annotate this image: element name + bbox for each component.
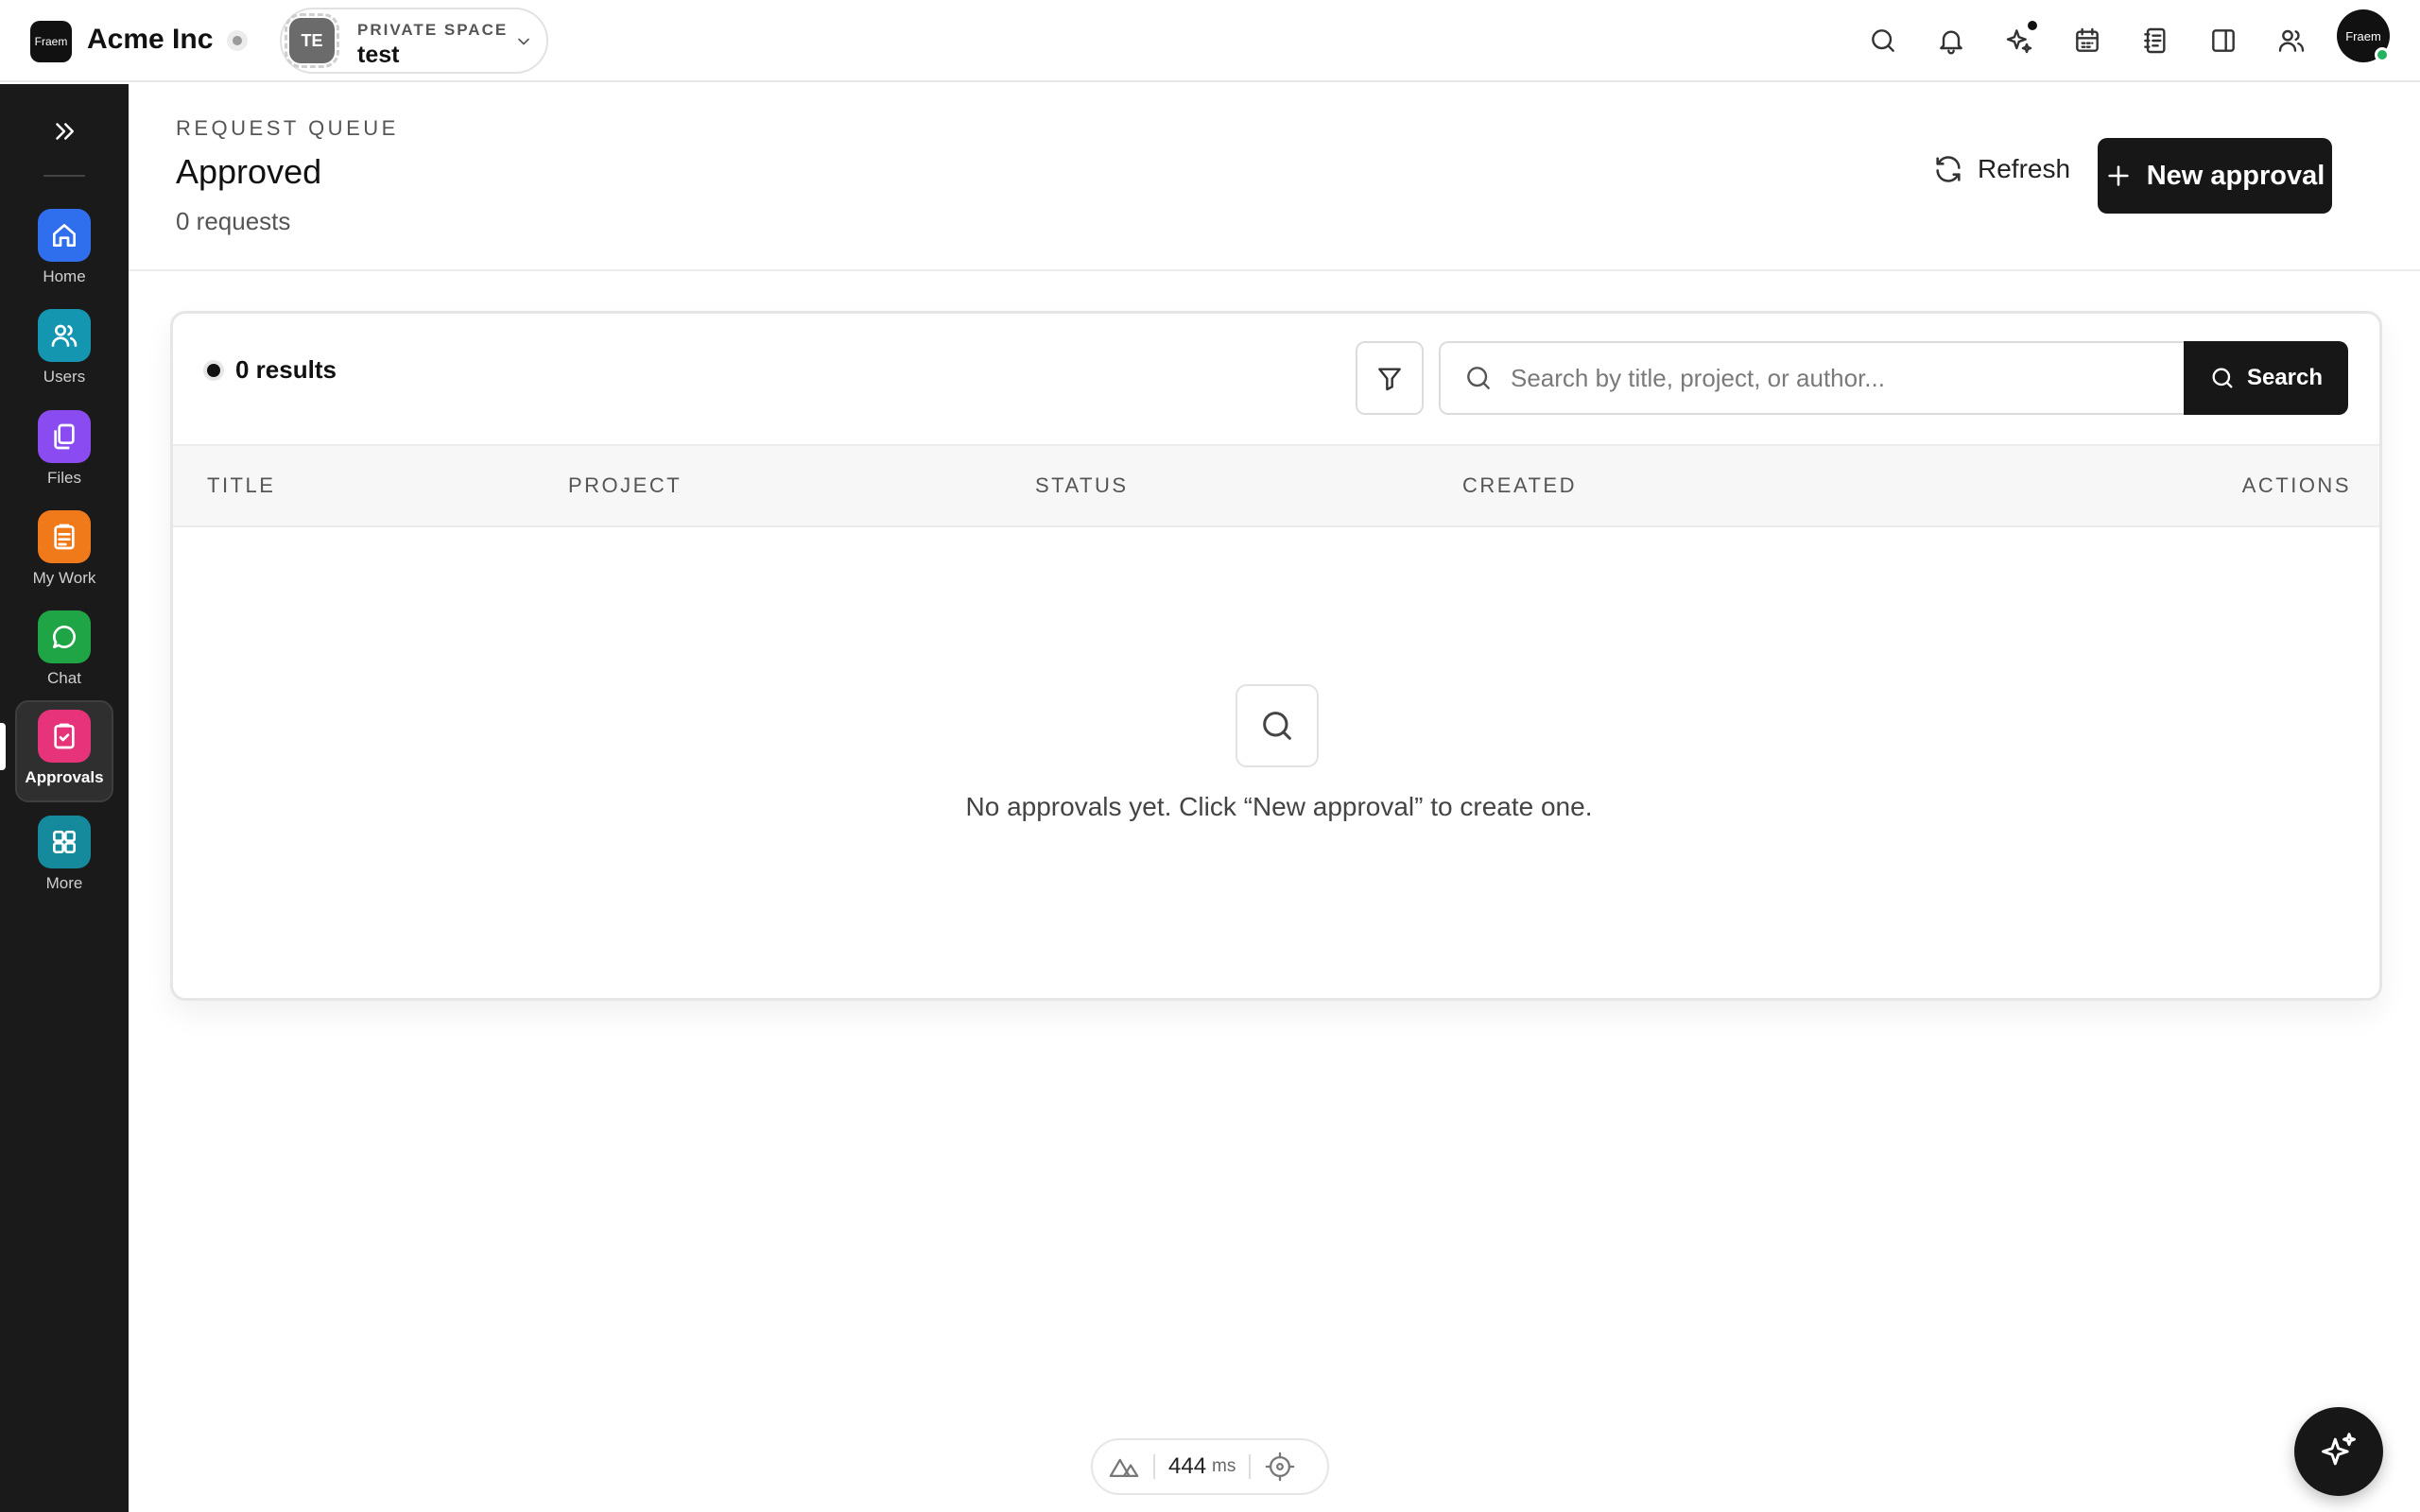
column-header-project[interactable]: PROJECT bbox=[568, 473, 682, 498]
performance-indicator[interactable]: 444 ms bbox=[1091, 1438, 1329, 1495]
sidebar-item-home[interactable]: Home bbox=[15, 205, 113, 300]
approvals-table-card: 0 results Search TITLE PROJECT STATUS CR… bbox=[170, 311, 2382, 1001]
refresh-label: Refresh bbox=[1978, 154, 2071, 183]
page-kicker: REQUEST QUEUE bbox=[176, 116, 399, 140]
filter-icon bbox=[1378, 368, 1401, 391]
divider bbox=[1249, 1454, 1252, 1479]
sidebar-item-my-work[interactable]: My Work bbox=[15, 507, 113, 601]
refresh-button[interactable]: Refresh bbox=[1917, 139, 2085, 199]
column-header-actions: ACTIONS bbox=[2241, 473, 2351, 497]
header-divider bbox=[129, 269, 2420, 271]
search-button[interactable]: Search bbox=[2184, 341, 2348, 415]
chevron-down-icon bbox=[518, 38, 529, 45]
sidebar-item-label: Users bbox=[43, 368, 86, 386]
space-avatar: TE bbox=[285, 13, 339, 68]
notification-dot bbox=[2028, 21, 2037, 30]
search-field[interactable] bbox=[1439, 341, 2186, 415]
expand-sidebar-button[interactable] bbox=[45, 112, 83, 150]
active-nav-indicator bbox=[0, 723, 6, 770]
sidebar-item-approvals[interactable]: Approvals bbox=[15, 700, 113, 802]
sidebar-item-label: Home bbox=[43, 267, 86, 285]
grid-icon bbox=[38, 816, 91, 868]
load-time-unit: ms bbox=[1212, 1456, 1236, 1476]
sidebar-divider bbox=[43, 175, 85, 177]
space-switcher[interactable]: TE PRIVATE SPACE test bbox=[280, 8, 548, 74]
space-name: test bbox=[357, 42, 400, 68]
results-summary: 0 results bbox=[207, 355, 337, 385]
nuxt-logo-icon bbox=[1109, 1458, 1139, 1478]
sidebar-item-label: Approvals bbox=[25, 768, 104, 786]
online-status-dot bbox=[2375, 47, 2390, 62]
results-count: 0 results bbox=[235, 355, 337, 384]
ai-assistant-button[interactable] bbox=[2294, 1407, 2383, 1496]
sparkles-icon[interactable] bbox=[2001, 21, 2037, 59]
home-icon bbox=[38, 209, 91, 262]
new-approval-label: New approval bbox=[2146, 160, 2325, 191]
divider bbox=[1153, 1454, 1155, 1479]
crosshair-icon[interactable] bbox=[1264, 1451, 1296, 1483]
top-bar: Fraem Acme Inc TE PRIVATE SPACE test Fra… bbox=[0, 0, 2420, 82]
sparkles-icon bbox=[2322, 1433, 2356, 1466]
sidebar-item-label: Chat bbox=[47, 669, 81, 687]
new-approval-button[interactable]: New approval bbox=[2098, 138, 2332, 214]
chat-icon bbox=[38, 610, 91, 663]
sidebar-item-files[interactable]: Files bbox=[15, 406, 113, 501]
chevrons-right-icon bbox=[56, 123, 74, 140]
search-button-label: Search bbox=[2246, 365, 2324, 390]
load-time-value: 444 bbox=[1168, 1453, 1207, 1479]
sidebar-item-label: Files bbox=[47, 469, 81, 487]
column-header-title[interactable]: TITLE bbox=[207, 473, 275, 498]
brand-logo[interactable]: Fraem bbox=[30, 21, 72, 62]
plus-icon bbox=[2108, 165, 2129, 186]
approvals-icon bbox=[38, 710, 91, 763]
search-icon[interactable] bbox=[1865, 23, 1901, 59]
search-icon bbox=[1467, 367, 1490, 389]
empty-state-message: No approvals yet. Click “New approval” t… bbox=[965, 792, 1593, 821]
column-header-status[interactable]: STATUS bbox=[1035, 473, 1129, 498]
status-dot-icon bbox=[227, 30, 248, 51]
user-avatar[interactable]: Fraem bbox=[2337, 9, 2390, 62]
sidebar-item-label: More bbox=[45, 874, 83, 892]
sidebar-item-users[interactable]: Users bbox=[15, 305, 113, 400]
panel-icon[interactable] bbox=[2205, 23, 2241, 59]
bell-icon[interactable] bbox=[1933, 23, 1969, 59]
calendar-icon[interactable] bbox=[2069, 23, 2105, 59]
page-title: Approved bbox=[176, 152, 322, 191]
users-icon bbox=[38, 309, 91, 362]
results-dot-icon bbox=[207, 363, 220, 377]
users-icon[interactable] bbox=[2273, 23, 2309, 59]
brand-name[interactable]: Acme Inc bbox=[87, 24, 213, 56]
space-kicker: PRIVATE SPACE bbox=[357, 21, 509, 39]
main-content: REQUEST QUEUE Approved 0 requests Refres… bbox=[129, 84, 2420, 1512]
table-header: TITLE PROJECT STATUS CREATED ACTIONS bbox=[173, 444, 2379, 527]
sidebar-item-chat[interactable]: Chat bbox=[15, 607, 113, 701]
avatar-text: Fraem bbox=[2345, 28, 2381, 43]
clipboard-icon bbox=[38, 510, 91, 563]
search-input[interactable] bbox=[1511, 363, 2172, 393]
request-count: 0 requests bbox=[176, 207, 291, 235]
column-header-created[interactable]: CREATED bbox=[1462, 473, 1577, 498]
empty-state-search-icon bbox=[1236, 684, 1319, 767]
sidebar-item-label: My Work bbox=[32, 569, 96, 587]
search-icon bbox=[2212, 368, 2233, 388]
sidebar: Home Users Files My Work Chat Approvals bbox=[0, 84, 129, 1512]
files-icon bbox=[38, 410, 91, 463]
filter-button[interactable] bbox=[1356, 341, 1424, 415]
notebook-icon[interactable] bbox=[2137, 23, 2173, 59]
sidebar-item-more[interactable]: More bbox=[15, 812, 113, 906]
refresh-icon bbox=[1936, 156, 1961, 182]
